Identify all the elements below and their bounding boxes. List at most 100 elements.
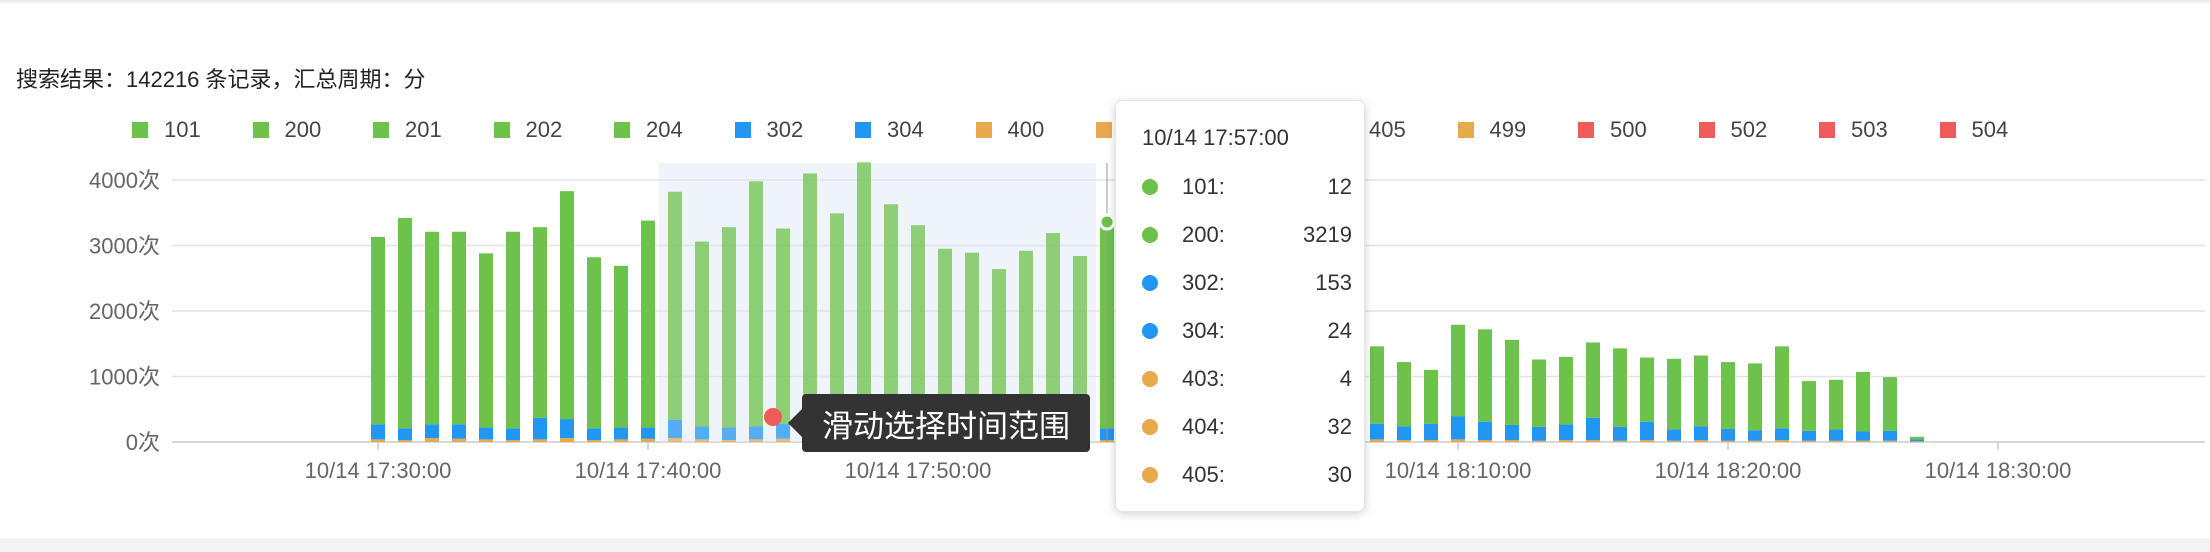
bar-segment-2xx: [1883, 377, 1897, 431]
bar-segment-2xx: [1424, 369, 1438, 424]
tooltip-row: 200: 3219: [1142, 219, 1352, 251]
tooltip-series-value: 24: [1327, 318, 1352, 343]
bar-segment-2xx: [641, 220, 655, 428]
x-tick-label: 10/14 18:10:00: [1385, 458, 1532, 483]
bar-segment-3xx: [587, 428, 601, 441]
bar-segment-4xx: [1559, 440, 1573, 442]
bar-segment-3xx: [1478, 421, 1492, 441]
bar-segment-2xx: [695, 241, 709, 427]
bar-segment-2xx: [1856, 371, 1870, 432]
y-tick-label: 1000次: [89, 365, 160, 390]
bar-segment-2xx: [857, 162, 871, 425]
brush-hint: 滑动选择时间范围: [788, 394, 1090, 452]
tooltip-series-value: 30: [1327, 462, 1352, 487]
bar-segment-2xx: [506, 231, 520, 429]
bar-segment-3xx: [1694, 426, 1708, 441]
bar-segment-4xx: [776, 438, 790, 442]
bar-segment-3xx: [1532, 426, 1546, 441]
bar-segment-3xx: [1424, 423, 1438, 441]
tooltip-series-name: 304:: [1182, 318, 1225, 343]
bar-segment-4xx: [1694, 440, 1708, 442]
chart-tooltip: 10/14 17:57:00 101: 12 200: 3219 302: 153 304:…: [1115, 100, 1365, 512]
bar-segment-4xx: [1775, 440, 1789, 442]
bar-segment-3xx: [1559, 424, 1573, 441]
bar-segment-4xx: [533, 439, 547, 442]
tooltip-dot: [1142, 323, 1158, 339]
bar-segment-4xx: [560, 438, 574, 442]
bar-segment-2xx: [1667, 358, 1681, 430]
bar-segment-2xx: [452, 231, 466, 425]
tooltip-row: 101: 12: [1142, 171, 1352, 203]
bar-segment-3xx: [641, 427, 655, 439]
tooltip-series-value: 153: [1315, 270, 1352, 295]
bar-segment-3xx: [1370, 423, 1384, 440]
bar-segment-3xx: [1721, 428, 1735, 441]
bar-segment-2xx: [1586, 342, 1600, 418]
y-tick-label: 3000次: [89, 234, 160, 259]
bar-segment-4xx: [1829, 440, 1843, 442]
bar-segment-3xx: [1667, 429, 1681, 441]
bar-segment-4xx: [614, 439, 628, 442]
bar-segment-2xx: [803, 173, 817, 425]
bar-segment-4xx: [749, 439, 763, 442]
tooltip-dot: [1142, 227, 1158, 243]
bar-segment-4xx: [722, 440, 736, 442]
bar-segment-3xx: [506, 428, 520, 441]
bar-segment-2xx: [776, 228, 790, 424]
x-tick-label: 10/14 17:50:00: [845, 458, 992, 483]
tooltip-series-name: 302:: [1182, 270, 1225, 295]
x-tick-label: 10/14 17:30:00: [305, 458, 452, 483]
y-tick-label: 4000次: [89, 168, 160, 193]
bar-segment-3xx: [452, 424, 466, 439]
tooltip-dot: [1142, 371, 1158, 387]
bar-segment-3xx: [1775, 428, 1789, 441]
bar-segment-3xx: [1613, 426, 1627, 441]
tooltip-series-value: 12: [1327, 174, 1352, 199]
bar-segment-3xx: [398, 428, 412, 441]
bar-segment-3xx: [371, 424, 385, 440]
bar-segment-3xx: [1748, 430, 1762, 441]
tooltip-row: 403: 4: [1142, 363, 1352, 395]
brush-marker: [764, 408, 782, 426]
bar-segment-2xx: [1721, 362, 1735, 429]
tooltip-series-name: 404:: [1182, 414, 1225, 439]
bar-segment-4xx: [1478, 440, 1492, 442]
bar-segment-3xx: [722, 427, 736, 441]
bar-segment-2xx: [371, 236, 385, 425]
bar-segment-2xx: [668, 191, 682, 420]
bar-segment-2xx: [1397, 362, 1411, 427]
bar-segment-2xx: [1532, 359, 1546, 427]
bar-segment-4xx: [1424, 440, 1438, 442]
tooltip-title: 10/14 17:57:00: [1142, 125, 1289, 150]
bar-segment-3xx: [533, 417, 547, 440]
bar-segment-3xx: [560, 419, 574, 439]
bottom-band: [0, 538, 2210, 552]
bar-segment-2xx: [1613, 348, 1627, 427]
bar-segment-3xx: [695, 426, 709, 440]
stacked-bar-chart[interactable]: 0次 1000次 2000次 3000次 4000次 10/14 17:30:00 10/1…: [0, 0, 2210, 540]
tooltip-row: 304: 24: [1142, 315, 1352, 347]
bar-segment-4xx: [1505, 440, 1519, 442]
bar-segment-4xx: [695, 439, 709, 442]
bar-segment-2xx: [1775, 346, 1789, 429]
bar-segment-3xx: [1397, 426, 1411, 441]
tooltip-row: 404: 32: [1142, 411, 1352, 443]
tooltip-dot: [1142, 275, 1158, 291]
y-tick-label: 0次: [126, 430, 160, 455]
bar-segment-2xx: [479, 253, 493, 428]
tooltip-series-name: 405:: [1182, 462, 1225, 487]
tooltip-dot: [1142, 179, 1158, 195]
tooltip-series-name: 403:: [1182, 366, 1225, 391]
x-tick-label: 10/14 17:40:00: [575, 458, 722, 483]
bar-segment-3xx: [1802, 430, 1816, 441]
bar-segment-3xx: [749, 426, 763, 440]
tooltip-row: 302: 153: [1142, 267, 1352, 299]
bar-segment-2xx: [1829, 379, 1843, 430]
y-tick-label: 2000次: [89, 299, 160, 324]
bar-segment-2xx: [425, 231, 439, 425]
bar-segment-3xx: [1505, 424, 1519, 441]
bar-segment-4xx: [452, 438, 466, 442]
bar-segment-4xx: [425, 438, 439, 442]
bar-segment-4xx: [1721, 440, 1735, 442]
bar-segment-3xx: [1829, 429, 1843, 441]
